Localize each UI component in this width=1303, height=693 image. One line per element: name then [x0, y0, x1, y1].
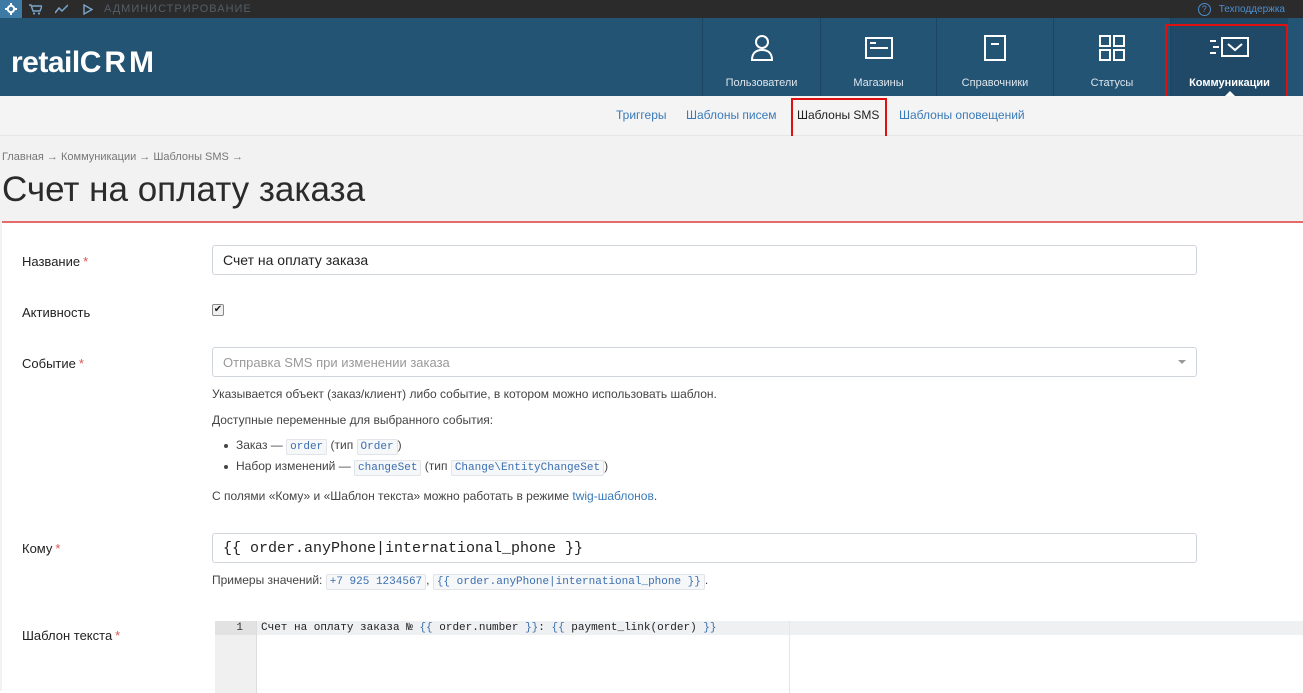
list-item: Заказ — order (тип Order) — [222, 435, 608, 456]
subnav-email-templates[interactable]: Шаблоны писем — [686, 108, 777, 122]
help-question-icon: ? — [1197, 2, 1211, 16]
required-mark: * — [78, 356, 84, 371]
active-checkbox[interactable]: ✔ — [212, 304, 224, 316]
event-help-1: Указывается объект (заказ/клиент) либо с… — [212, 387, 717, 401]
editor-gutter: 1 — [215, 621, 257, 693]
variable-code: order — [286, 439, 328, 455]
type-code: Order — [356, 439, 398, 455]
nav-users[interactable]: Пользователи — [702, 18, 820, 96]
play-icon[interactable] — [74, 0, 100, 18]
nav-statuses[interactable]: Статусы — [1053, 18, 1170, 96]
retailcrm-logo[interactable]: retail CRM — [11, 46, 157, 80]
top-bar: АДМИНИСТРИРОВАНИЕ ? Техподдержка — [0, 0, 1303, 18]
required-mark: * — [115, 628, 121, 643]
to-examples: Примеры значений: +7 925 1234567, {{ ord… — [212, 573, 709, 590]
print-margin-line — [789, 621, 790, 693]
twig-help: С полями «Кому» и «Шаблон текста» можно … — [212, 489, 658, 503]
store-icon — [864, 34, 893, 62]
example-code: {{ order.anyPhone|international_phone }} — [432, 574, 705, 590]
required-mark: * — [55, 541, 61, 556]
template-label: Шаблон текста * — [22, 628, 121, 643]
line-number: 1 — [215, 621, 256, 635]
editor-line[interactable]: Счет на оплату заказа № {{ order.number … — [257, 621, 1303, 635]
admin-label[interactable]: АДМИНИСТРИРОВАНИЕ — [104, 3, 252, 15]
content-area: Главная → Коммуникации → Шаблоны SMS → С… — [0, 136, 1303, 693]
event-label: Событие * — [22, 356, 84, 371]
to-input[interactable]: {{ order.anyPhone|international_phone }} — [212, 533, 1197, 563]
event-select[interactable]: Отправка SMS при изменении заказа — [212, 347, 1197, 377]
variables-list: Заказ — order (тип Order) Набор изменени… — [222, 435, 608, 477]
support-label: Техподдержка — [1218, 3, 1285, 15]
analytics-chart-icon[interactable] — [48, 0, 74, 18]
type-code: Change\EntityChangeSet — [450, 460, 605, 476]
highlight-frame-communications — [1165, 24, 1288, 98]
main-header: retail CRM Пользователи Магазины Справочн… — [0, 18, 1303, 96]
example-code: +7 925 1234567 — [325, 574, 427, 590]
active-label: Активность — [22, 305, 91, 320]
to-label: Кому * — [22, 541, 61, 556]
event-help-2: Доступные переменные для выбранного собы… — [212, 413, 494, 427]
cart-icon[interactable] — [22, 0, 48, 18]
subnav: Триггеры Шаблоны писем Шаблоны SMS Шабло… — [0, 96, 1303, 136]
subnav-notification-templates[interactable]: Шаблоны оповещений — [899, 108, 1025, 122]
variable-code: changeSet — [354, 460, 422, 476]
form-panel: Название * Счет на оплату заказа Активнос… — [2, 221, 1303, 693]
subnav-triggers[interactable]: Триггеры — [616, 108, 667, 122]
required-mark: * — [83, 254, 89, 269]
list-item: Набор изменений — changeSet (тип Change\… — [222, 456, 608, 477]
template-code-editor[interactable]: 1 Счет на оплату заказа № {{ order.numbe… — [215, 621, 1303, 693]
dropdown-caret-icon — [1178, 360, 1186, 364]
twig-templates-link[interactable]: twig-шаблонов — [572, 489, 653, 503]
statuses-icon — [1099, 34, 1125, 62]
page-title: Счет на оплату заказа — [2, 170, 366, 209]
nav-directories[interactable]: Справочники — [936, 18, 1053, 96]
settings-gear-icon[interactable] — [0, 0, 22, 18]
highlight-frame-sms-templates — [791, 98, 887, 138]
support-link[interactable]: ? Техподдержка — [1197, 0, 1285, 18]
name-label: Название * — [22, 254, 89, 269]
nav-stores[interactable]: Магазины — [820, 18, 936, 96]
name-input[interactable]: Счет на оплату заказа — [212, 245, 1197, 275]
book-icon — [984, 34, 1006, 62]
user-icon — [750, 34, 774, 62]
breadcrumb[interactable]: Главная → Коммуникации → Шаблоны SMS → — [2, 151, 243, 163]
